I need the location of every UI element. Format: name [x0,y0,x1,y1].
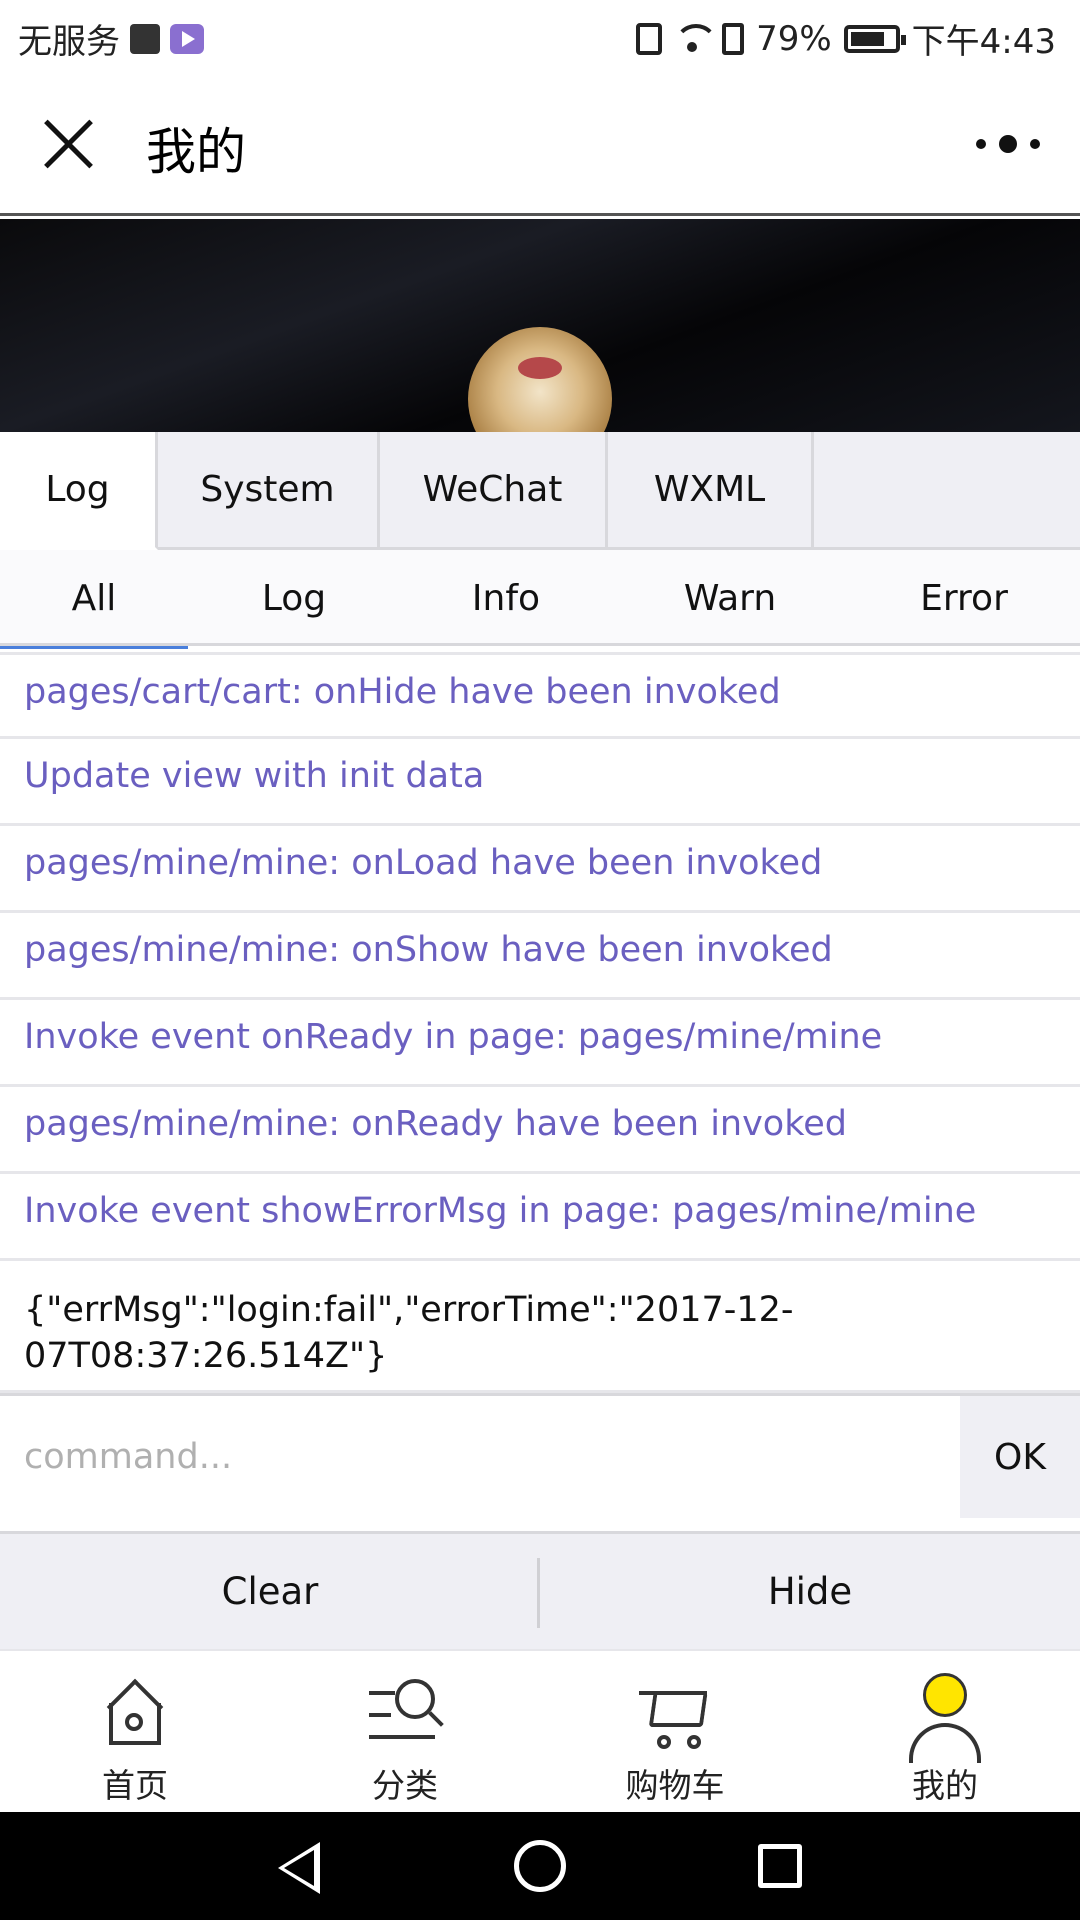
log-entry: Invoke event onReady in page: pages/mine… [0,1000,1080,1087]
command-input[interactable] [0,1396,960,1518]
page-title: 我的 [146,123,246,181]
battery-percent: 79% [756,18,832,59]
vibrate-icon [636,22,663,55]
notification-app-icon [130,23,160,54]
home-circle-icon[interactable] [514,1840,566,1892]
tabbar-item-category[interactable]: 分类 [270,1651,540,1812]
log-entry: pages/mine/mine: onShow have been invoke… [0,913,1080,1000]
tabbar-label: 首页 [102,1766,168,1805]
filter-log[interactable]: Log [188,550,400,646]
filter-warn[interactable]: Warn [612,550,848,646]
close-icon[interactable] [40,116,96,172]
back-icon[interactable] [278,1842,320,1894]
log-entry: Update view with init data [0,739,1080,826]
recent-apps-icon[interactable] [758,1844,802,1888]
debug-tabs: Log System WeChat WXML [0,432,1080,550]
log-entry: pages/cart/cart: onHide have been invoke… [0,652,1080,739]
clock: 下午4:43 [911,22,1056,62]
filter-info[interactable]: Info [400,550,612,646]
tab-wxml[interactable]: WXML [608,432,814,550]
video-app-icon [170,23,204,54]
tabbar-label: 分类 [372,1766,438,1805]
log-list: pages/cart/cart: onHide have been invoke… [0,652,1080,1393]
hide-button[interactable]: Hide [540,1534,1080,1649]
home-icon [95,1673,175,1753]
category-search-icon [365,1673,445,1753]
tabbar-label: 购物车 [625,1766,725,1805]
tab-log[interactable]: Log [0,432,158,550]
log-entry-error-message: {"errMsg":"login:fail","errorTime":"2017… [0,1261,1080,1393]
tab-system[interactable]: System [158,432,380,550]
more-options-icon[interactable] [976,134,1040,154]
log-entry: Invoke event showErrorMsg in page: pages… [0,1174,1080,1261]
tabbar-label: 我的 [912,1766,978,1805]
tabbar-item-mine[interactable]: 我的 [810,1651,1080,1812]
page-header: 我的 [0,72,1080,216]
avatar[interactable] [468,327,612,432]
sim-alert-icon [722,22,745,55]
tabbar-item-home[interactable]: 首页 [0,1651,270,1812]
user-icon [905,1673,985,1763]
status-bar: 无服务 79% 下午4:43 [0,0,1080,72]
log-entry: pages/mine/mine: onLoad have been invoke… [0,826,1080,913]
wifi-icon [674,23,719,54]
cart-icon [635,1673,715,1753]
command-bar: OK [0,1393,1080,1531]
log-entry-line: {"errMsg":"login:fail","errorTime":"2017… [24,1290,794,1330]
tab-wechat[interactable]: WeChat [380,432,608,550]
clear-button[interactable]: Clear [0,1534,540,1649]
log-entry-line: 07T08:37:26.514Z"} [24,1336,388,1376]
log-filter-tabs: All Log Info Warn Error [0,550,1080,649]
ok-button[interactable]: OK [960,1396,1080,1518]
battery-icon [843,24,906,53]
profile-banner [0,219,1080,432]
carrier-label: 无服务 [18,22,120,62]
filter-error[interactable]: Error [848,550,1080,646]
filter-all[interactable]: All [0,550,188,649]
system-nav-bar [0,1812,1080,1920]
log-entry: pages/mine/mine: onReady have been invok… [0,1087,1080,1174]
tabbar-item-cart[interactable]: 购物车 [540,1651,810,1812]
debug-actions: Clear Hide [0,1531,1080,1649]
bottom-tab-bar: 首页 分类 购物车 我的 [0,1649,1080,1812]
